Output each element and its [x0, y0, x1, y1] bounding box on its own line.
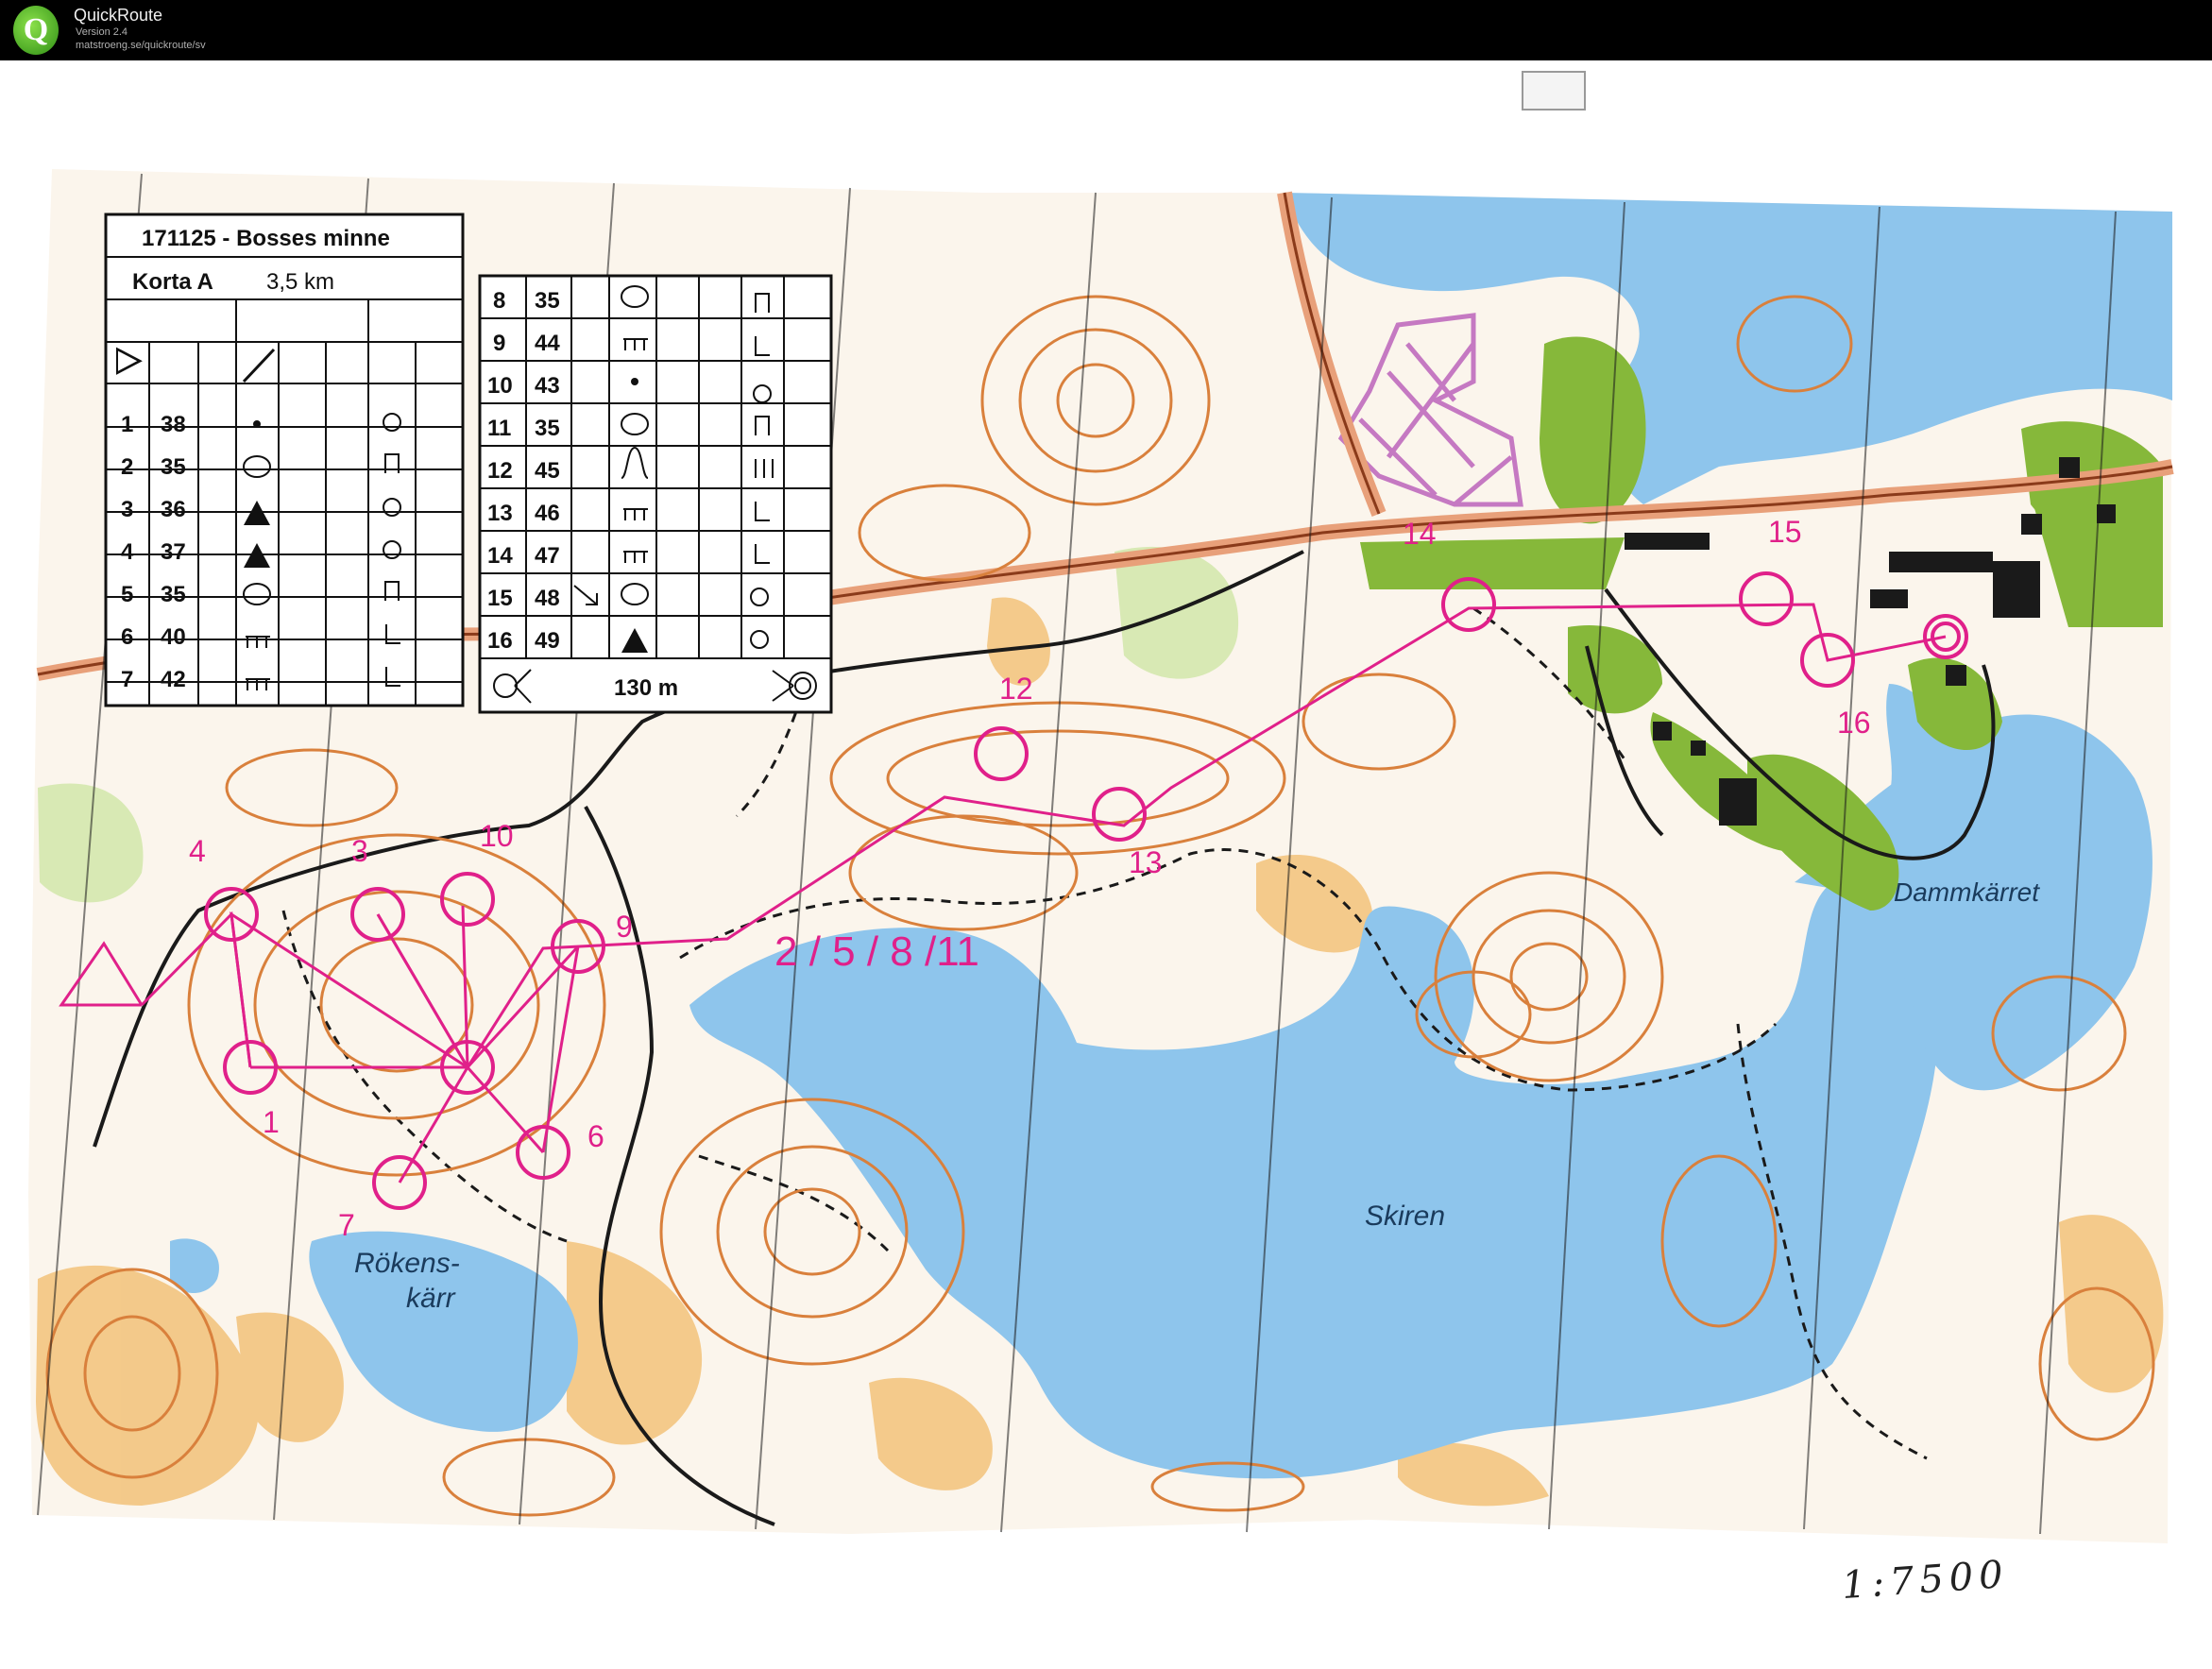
map-scan-area: Skiren Rökens- kärr Dammkärret 1 2 / 5 /…	[0, 60, 2212, 1669]
control-label-4: 4	[189, 834, 206, 868]
control-label-13: 13	[1129, 845, 1163, 879]
control-label-12: 12	[999, 672, 1033, 706]
legend-finish-distance: 130 m	[614, 675, 678, 701]
legend-class: Korta A	[132, 269, 213, 295]
legend-row-2-code: 35	[161, 454, 186, 480]
legend-row-2-num: 2	[121, 454, 133, 480]
legend-row-1-code: 38	[161, 412, 186, 437]
legend-row-15-num: 15	[487, 586, 513, 611]
place-name-rokenskarr: Rökens-	[354, 1248, 460, 1279]
legend-row-1-num: 1	[121, 412, 133, 437]
control-label-14: 14	[1403, 517, 1437, 551]
control-description-left: 171125 - Bosses minne Korta A 3,5 km 1 3…	[104, 213, 465, 707]
legend-row-10-num: 10	[487, 373, 513, 399]
legend-row-3-num: 3	[121, 497, 133, 522]
legend-row-7-code: 42	[161, 667, 186, 692]
scan-clip	[1522, 71, 1586, 111]
control-description-right: 8 35 9 44 10 43 11 35 12 45 13 46 14 47 …	[478, 274, 833, 714]
legend-row-4-num: 4	[121, 539, 134, 565]
control-label-9: 9	[616, 910, 633, 944]
legend-row-9-num: 9	[493, 331, 505, 356]
legend-row-16-num: 16	[487, 628, 513, 654]
legend-row-5-num: 5	[121, 582, 133, 607]
app-url: matstroeng.se/quickroute/sv	[76, 40, 206, 51]
legend-row-8-code: 35	[535, 288, 560, 314]
legend-title: 171125 - Bosses minne	[142, 226, 390, 251]
legend-row-14-code: 47	[535, 543, 560, 569]
control-label-1: 1	[263, 1105, 280, 1139]
control-label-15: 15	[1768, 515, 1802, 549]
legend-row-15-code: 48	[535, 586, 560, 611]
control-label-2-5-8-11: 2 / 5 / 8 /11	[774, 928, 979, 975]
legend-row-11-num: 11	[487, 416, 511, 441]
control-label-10: 10	[480, 819, 514, 853]
place-name-rokenskarr-2: kärr	[406, 1283, 456, 1314]
control-label-7: 7	[338, 1208, 355, 1242]
legend-row-12-num: 12	[487, 458, 513, 484]
control-label-6: 6	[587, 1119, 604, 1153]
legend-length: 3,5 km	[266, 269, 334, 295]
legend-row-12-code: 45	[535, 458, 560, 484]
legend-row-11-code: 35	[535, 416, 560, 441]
legend-row-4-code: 37	[161, 539, 186, 565]
legend-row-13-num: 13	[487, 501, 513, 526]
legend-row-6-num: 6	[121, 624, 133, 650]
legend-row-3-code: 36	[161, 497, 186, 522]
control-label-3: 3	[351, 834, 368, 868]
legend-row-5-code: 35	[161, 582, 186, 607]
legend-row-6-code: 40	[161, 624, 186, 650]
quickroute-logo-icon: Q	[13, 6, 59, 55]
legend-row-8-num: 8	[493, 288, 505, 314]
place-name-skiren: Skiren	[1365, 1201, 1445, 1232]
orienteering-map: Skiren Rökens- kärr Dammkärret 1 2 / 5 /…	[0, 60, 2212, 1669]
place-name-dammkarret: Dammkärret	[1894, 877, 2040, 907]
app-titlebar: Q QuickRoute Version 2.4 matstroeng.se/q…	[0, 0, 2212, 60]
legend-row-13-code: 46	[535, 501, 560, 526]
legend-row-7-num: 7	[121, 667, 133, 692]
legend-row-16-code: 49	[535, 628, 560, 654]
app-version: Version 2.4	[76, 26, 128, 38]
legend-row-10-code: 43	[535, 373, 560, 399]
app-title: QuickRoute	[74, 6, 163, 25]
legend-row-14-num: 14	[487, 543, 513, 569]
control-label-16: 16	[1837, 706, 1871, 740]
legend-row-9-code: 44	[535, 331, 560, 356]
